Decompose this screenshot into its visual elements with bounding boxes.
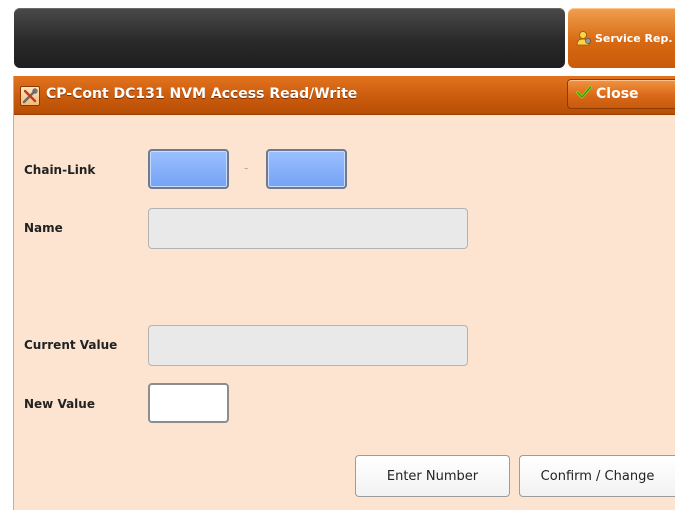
service-rep-label: Service Rep.: [595, 31, 673, 45]
checkmark-icon: [576, 85, 592, 103]
tools-icon: [20, 86, 40, 106]
service-rep-icon: [576, 30, 592, 46]
close-button[interactable]: Close: [567, 79, 675, 109]
chain-link-label: Chain-Link: [24, 163, 96, 177]
new-value-input[interactable]: [148, 383, 229, 423]
current-value-label: Current Value: [24, 338, 118, 352]
nvm-dialog: CP-Cont DC131 NVM Access Read/Write Clos…: [14, 76, 675, 510]
dialog-title-bar: CP-Cont DC131 NVM Access Read/Write Clos…: [14, 76, 675, 115]
current-value-field: [148, 325, 468, 366]
status-bar: [14, 8, 565, 68]
enter-number-label: Enter Number: [386, 468, 479, 484]
chain-link-separator: -: [244, 161, 249, 175]
name-field: [148, 208, 468, 249]
screen: Service Rep. CP-Cont DC131 NVM Access Re…: [0, 0, 675, 510]
close-label: Close: [596, 86, 639, 102]
confirm-change-label: Confirm / Change: [540, 468, 655, 484]
service-rep-button[interactable]: Service Rep.: [568, 8, 675, 68]
enter-number-button[interactable]: Enter Number: [355, 455, 510, 497]
new-value-label: New Value: [24, 397, 95, 411]
chain-input[interactable]: [148, 149, 229, 189]
link-input[interactable]: [266, 149, 347, 189]
dialog-title: CP-Cont DC131 NVM Access Read/Write: [46, 86, 358, 102]
confirm-change-button[interactable]: Confirm / Change: [519, 455, 675, 497]
name-label: Name: [24, 221, 63, 235]
